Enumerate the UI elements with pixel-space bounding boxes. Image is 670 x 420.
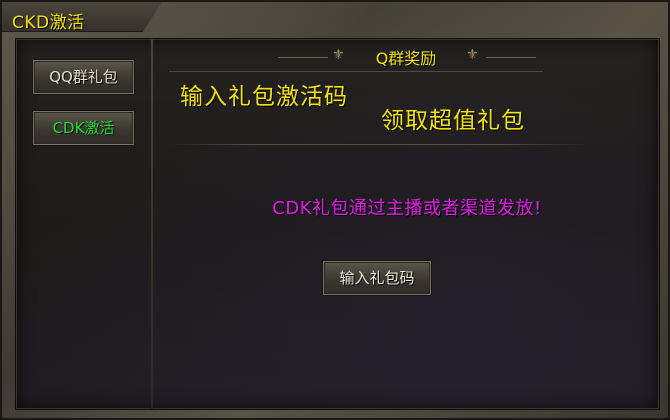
cdk-window: CKD激活 QQ群礼包 CDK激活 ⚜ Q群奖励 ⚜ 输入礼包激活码 领取超值礼… (0, 0, 670, 420)
sidebar-divider (151, 39, 153, 409)
qq-group-gift-button[interactable]: QQ群礼包 (32, 59, 135, 95)
content-panel: QQ群礼包 CDK激活 ⚜ Q群奖励 ⚜ 输入礼包激活码 领取超值礼包 CDK礼… (15, 38, 660, 410)
scroll-ornament-right-icon: ⚜ (466, 47, 479, 63)
cdk-notice-text: CDK礼包通过主播或者渠道发放! (272, 198, 542, 219)
section-title: Q群奖励 (375, 49, 437, 68)
scroll-ornament-left-icon: ⚜ (332, 47, 345, 63)
header-line-right (486, 57, 536, 58)
promo-text-enter-code: 输入礼包激活码 (180, 84, 348, 110)
enter-gift-code-button[interactable]: 输入礼包码 (322, 260, 432, 296)
window-title: CKD激活 (12, 13, 85, 33)
promo-divider (169, 144, 589, 145)
title-underline (169, 71, 543, 72)
header-line-left (278, 57, 328, 58)
cdk-activate-button[interactable]: CDK激活 (32, 110, 135, 146)
promo-text-claim-gift: 领取超值礼包 (381, 108, 525, 134)
